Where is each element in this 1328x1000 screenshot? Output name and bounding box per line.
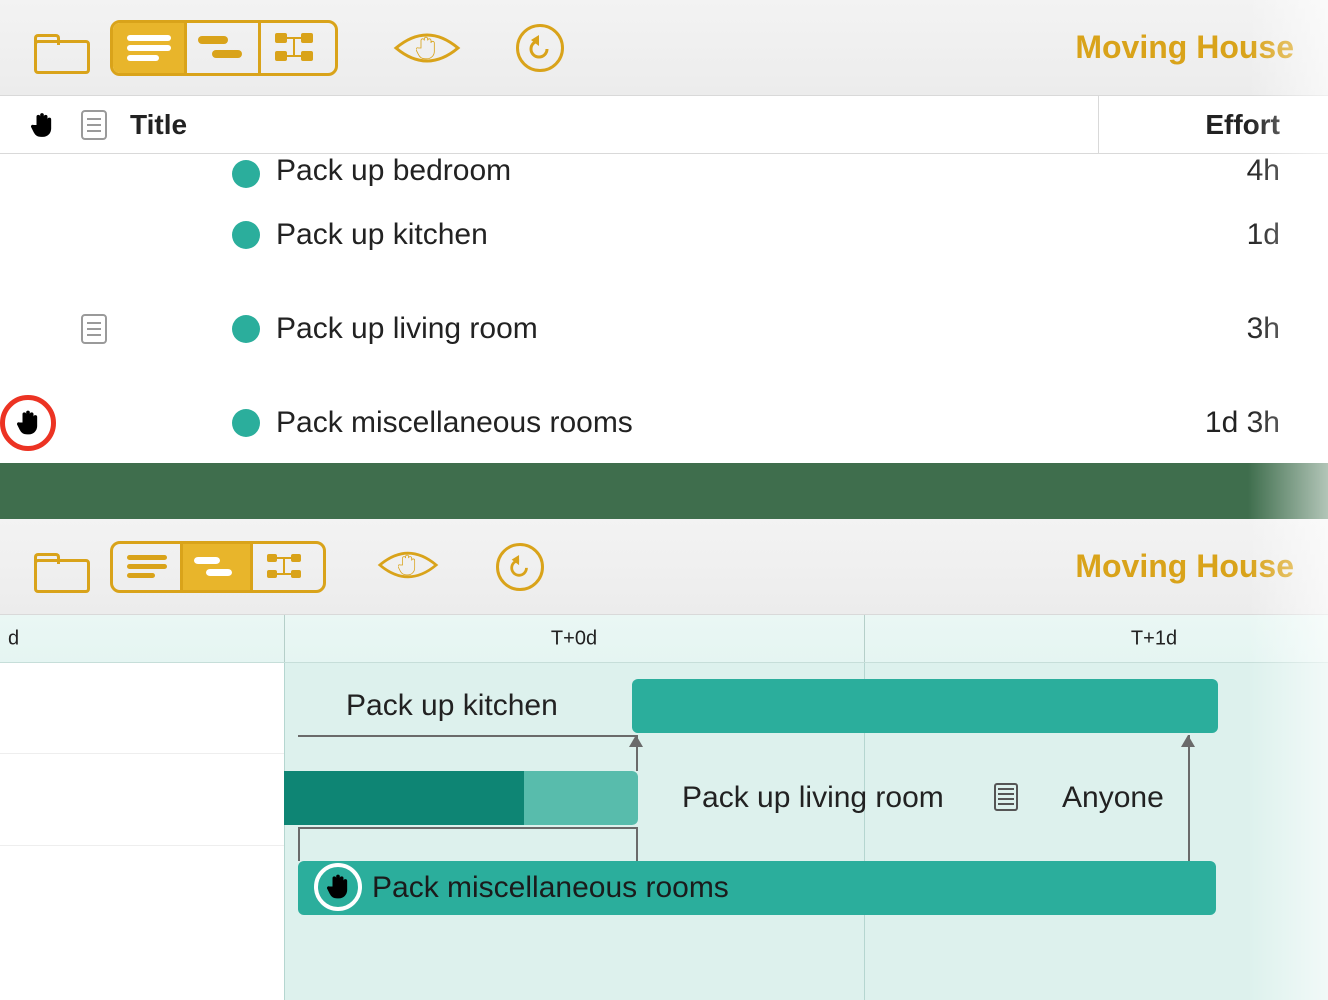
project-title: Moving House — [1075, 548, 1294, 585]
gantt-chart[interactable]: Pack up kitchen Pack up living room Anyo… — [0, 663, 1328, 1000]
note-icon[interactable] — [994, 783, 1018, 811]
task-row[interactable]: Pack up bedroom 4h — [0, 154, 1328, 188]
task-effort: 4h — [1098, 154, 1328, 188]
hold-indicator-icon[interactable] — [0, 395, 56, 451]
gantt-bar-progress-fill — [284, 771, 524, 825]
task-effort: 1d 3h — [1098, 406, 1328, 440]
folder-icon[interactable] — [34, 547, 90, 587]
note-indicator[interactable] — [68, 314, 120, 344]
status-dot — [232, 221, 260, 249]
gantt-task-label: Pack miscellaneous rooms — [372, 871, 729, 905]
status-dot — [232, 160, 260, 188]
title-column-header[interactable]: Title — [120, 109, 1098, 141]
time-label: d — [8, 627, 19, 650]
effort-column-header[interactable]: Effort — [1098, 96, 1328, 153]
time-label: T+1d — [1131, 627, 1177, 650]
note-column-header[interactable] — [68, 110, 120, 140]
gantt-task-label: Pack up kitchen — [346, 689, 558, 723]
view-org-button[interactable] — [253, 544, 323, 590]
view-org-button[interactable] — [261, 23, 335, 73]
task-effort: 1d — [1098, 218, 1328, 252]
catch-up-icon[interactable] — [392, 26, 462, 70]
status-dot — [232, 409, 260, 437]
view-list-button[interactable] — [113, 544, 183, 590]
task-title: Pack up living room — [276, 312, 1098, 346]
task-row[interactable]: Pack miscellaneous rooms 1d 3h — [0, 376, 1328, 463]
hold-indicator-icon[interactable] — [314, 863, 362, 911]
view-segmented-control — [110, 541, 326, 593]
project-title: Moving House — [1075, 29, 1294, 66]
timeline-header[interactable]: d T+0d T+1d — [0, 615, 1328, 663]
undo-icon[interactable] — [496, 543, 544, 591]
list-body: Pack up bedroom 4h Pack up kitchen 1d Pa… — [0, 154, 1328, 463]
task-row[interactable]: Pack up kitchen 1d — [0, 188, 1328, 282]
list-pane: Moving House Title Effort Pack up bedroo… — [0, 0, 1328, 463]
task-effort: 3h — [1098, 312, 1328, 346]
task-row[interactable]: Pack up living room 3h — [0, 282, 1328, 376]
list-header-row: Title Effort — [0, 96, 1328, 154]
time-label: T+0d — [551, 627, 597, 650]
hold-column-header[interactable] — [16, 112, 68, 138]
task-title: Pack up bedroom — [276, 154, 1098, 188]
toolbar-top: Moving House — [0, 0, 1328, 96]
view-gantt-button[interactable] — [187, 23, 261, 73]
catch-up-icon[interactable] — [376, 545, 446, 589]
gantt-bar-kitchen[interactable] — [632, 679, 1218, 733]
view-gantt-button[interactable] — [183, 544, 253, 590]
gantt-assignee: Anyone — [1062, 781, 1164, 815]
status-dot — [232, 315, 260, 343]
gantt-task-label: Pack up living room — [682, 781, 944, 815]
view-segmented-control — [110, 20, 338, 76]
task-title: Pack up kitchen — [276, 218, 1098, 252]
pane-divider[interactable] — [0, 463, 1328, 519]
task-title: Pack miscellaneous rooms — [276, 406, 1098, 440]
folder-icon[interactable] — [34, 28, 90, 68]
undo-icon[interactable] — [516, 24, 564, 72]
view-list-button[interactable] — [113, 23, 187, 73]
toolbar-bottom: Moving House — [0, 519, 1328, 615]
gantt-pane: Moving House d T+0d T+1d Pack up kitchen… — [0, 519, 1328, 1000]
